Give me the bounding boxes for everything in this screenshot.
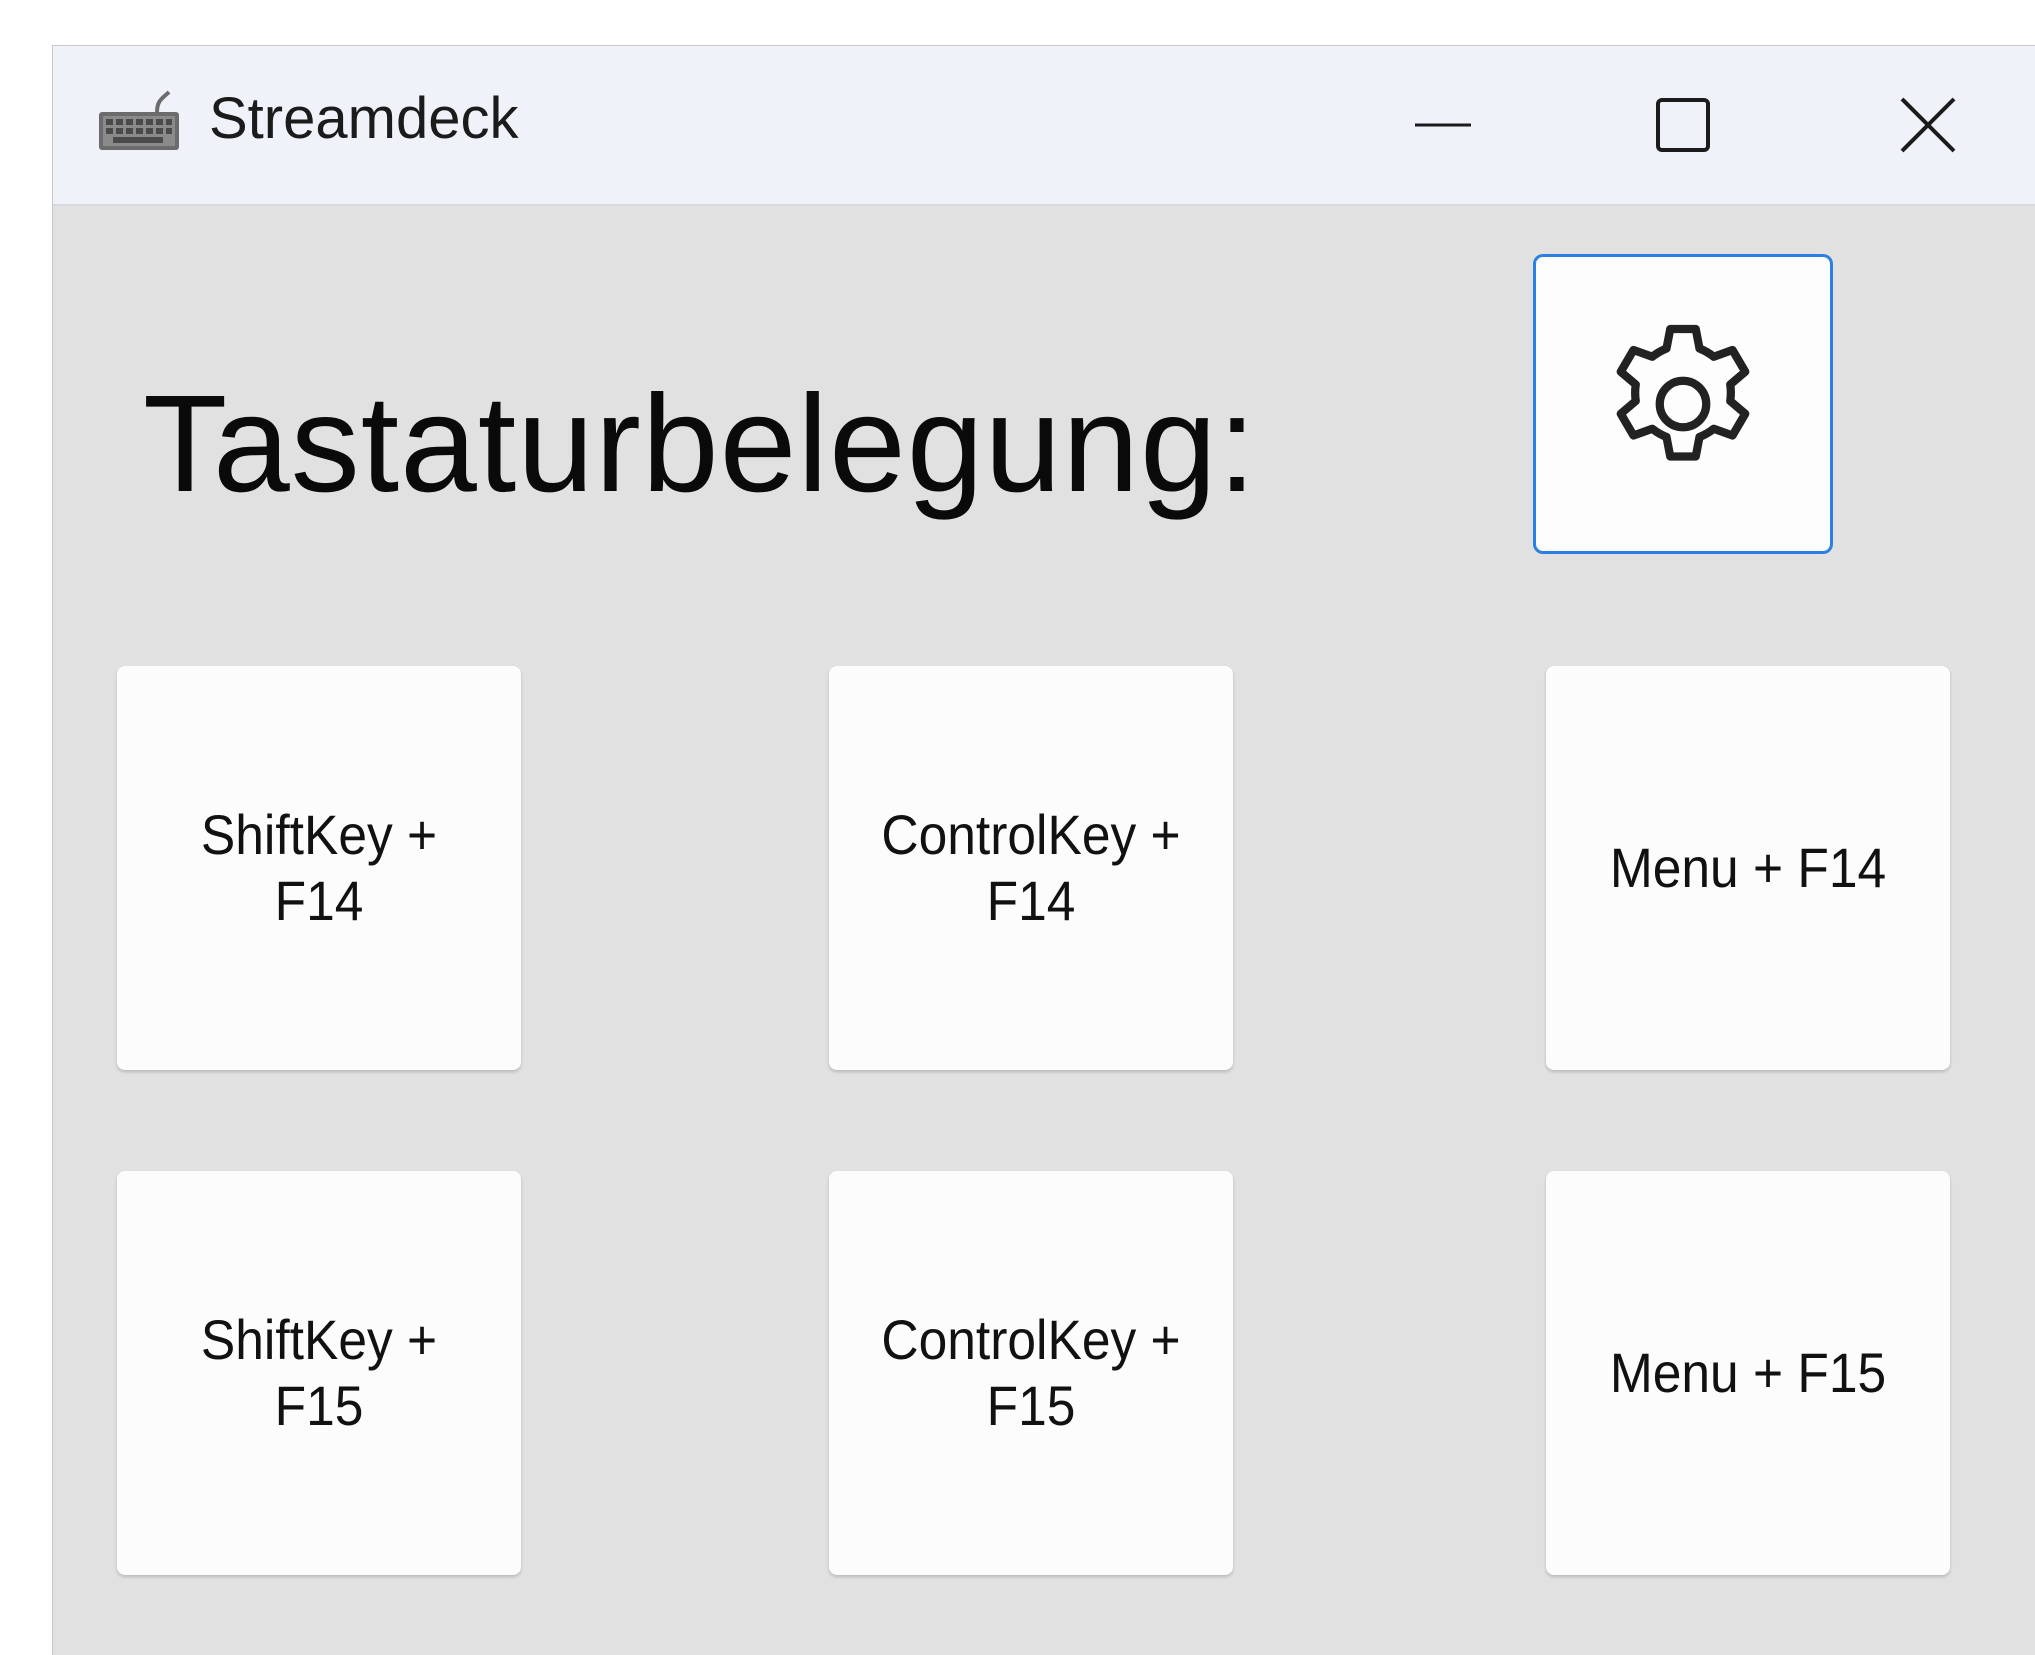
app-window: Streamdeck Tastaturbelegung: ShiftKey + … <box>52 45 2035 1655</box>
title-bar[interactable]: Streamdeck <box>53 46 2035 206</box>
maximize-button[interactable] <box>1583 46 1783 204</box>
key-button-control-f15[interactable]: ControlKey + F15 <box>829 1171 1233 1575</box>
key-button-label: ShiftKey + F15 <box>200 1308 438 1437</box>
key-button-label: ShiftKey + F14 <box>200 803 438 932</box>
minimize-button[interactable] <box>1343 46 1543 204</box>
settings-button[interactable] <box>1533 254 1833 554</box>
key-button-control-f14[interactable]: ControlKey + F14 <box>829 666 1233 1070</box>
key-button-label: Menu + F15 <box>1609 1341 1887 1404</box>
key-button-label: Menu + F14 <box>1609 836 1887 899</box>
key-button-label: ControlKey + F14 <box>881 803 1181 932</box>
key-button-shift-f14[interactable]: ShiftKey + F14 <box>117 666 521 1070</box>
key-button-label: ControlKey + F15 <box>881 1308 1181 1437</box>
window-title: Streamdeck <box>209 86 519 151</box>
key-button-menu-f15[interactable]: Menu + F15 <box>1546 1171 1950 1575</box>
gear-icon <box>1616 324 1750 461</box>
maximize-icon <box>1656 98 1710 152</box>
close-button[interactable] <box>1828 46 2028 204</box>
key-button-menu-f14[interactable]: Menu + F14 <box>1546 666 1950 1070</box>
key-button-shift-f15[interactable]: ShiftKey + F15 <box>117 1171 521 1575</box>
page-title: Tastaturbelegung: <box>143 367 1258 521</box>
keyboard-icon <box>99 90 179 150</box>
minimize-icon <box>1415 123 1471 127</box>
close-icon <box>1900 97 1956 153</box>
